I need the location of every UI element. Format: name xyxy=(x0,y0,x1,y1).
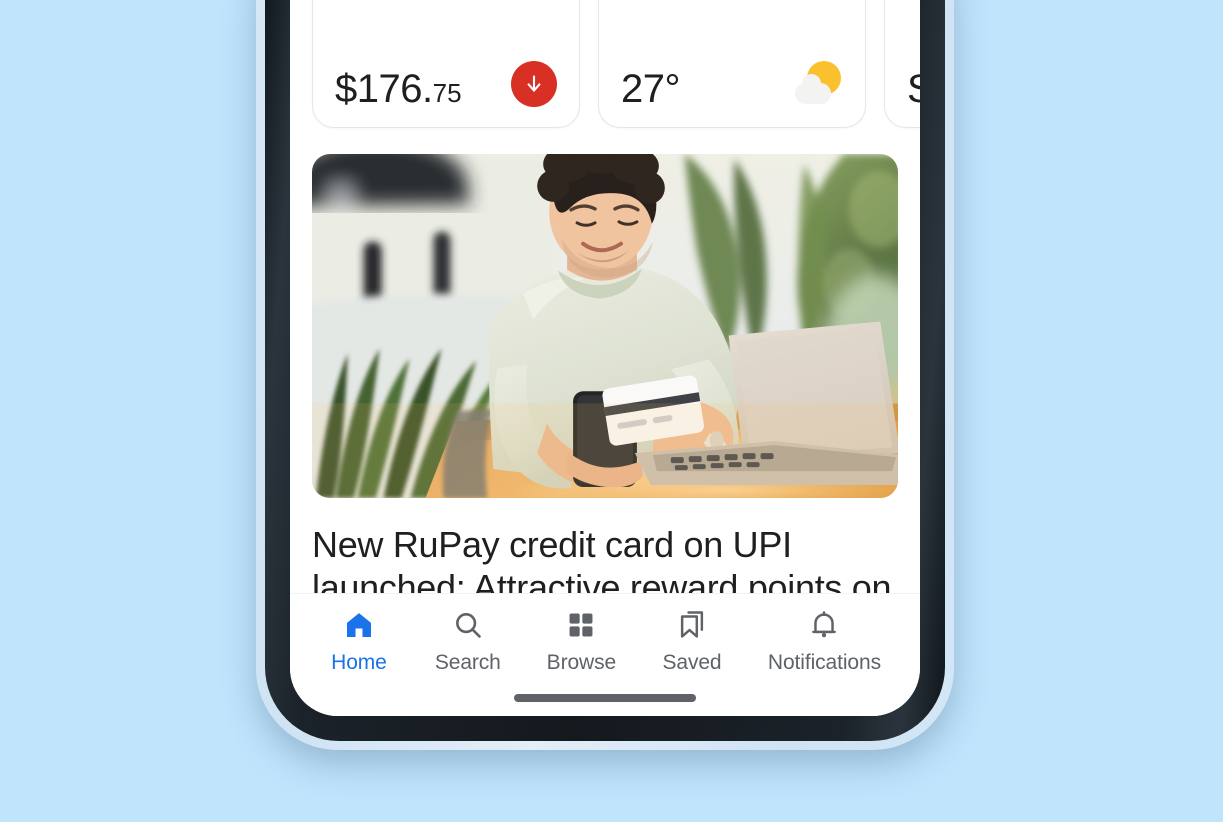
weather-value-whole: 27° xyxy=(621,67,681,111)
cloud-shape xyxy=(795,74,831,104)
grid-icon xyxy=(565,608,597,642)
sun-behind-cloud-icon xyxy=(795,61,843,107)
stock-value-whole: $176. xyxy=(335,67,433,111)
stock-value-fraction: 75 xyxy=(432,78,462,108)
nav-item-home[interactable]: Home xyxy=(329,608,389,675)
app-scroll-content[interactable]: $176.75 27° Sa xyxy=(290,0,920,593)
nav-items-row: Home Search Browse Saved Notifications xyxy=(290,594,920,675)
third-value-text: Sa xyxy=(907,67,920,111)
stock-chip-value: $176.75 xyxy=(335,69,462,109)
stock-chip[interactable]: $176.75 xyxy=(312,0,580,128)
phone-screen: $176.75 27° Sa xyxy=(290,0,920,716)
third-chip-clipped[interactable]: Sa xyxy=(884,0,920,128)
nav-item-browse[interactable]: Browse xyxy=(547,608,616,675)
news-card-headline[interactable]: New RuPay credit card on UPI launched: A… xyxy=(312,524,898,593)
news-card-image[interactable] xyxy=(312,154,898,498)
nav-label-browse: Browse xyxy=(546,651,617,674)
search-icon xyxy=(452,608,484,642)
bookmark-icon xyxy=(676,608,708,642)
nav-label-home: Home xyxy=(331,651,387,674)
phone-device: $176.75 27° Sa xyxy=(256,0,954,750)
third-chip-value: Sa xyxy=(907,69,920,109)
nav-item-search[interactable]: Search xyxy=(435,608,501,675)
nav-item-notifications[interactable]: Notifications xyxy=(768,608,881,675)
nav-label-notifications: Notifications xyxy=(767,651,881,674)
arrow-down-badge-icon xyxy=(511,61,557,107)
nav-label-search: Search xyxy=(434,651,501,674)
nav-label-saved: Saved xyxy=(662,651,722,674)
weather-chip-value: 27° xyxy=(621,67,681,111)
weather-chip[interactable]: 27° xyxy=(598,0,866,128)
nav-item-saved[interactable]: Saved xyxy=(662,608,722,675)
news-card[interactable]: New RuPay credit card on UPI launched: A… xyxy=(312,154,898,593)
home-icon xyxy=(343,608,375,642)
home-gesture-indicator[interactable] xyxy=(514,694,696,702)
bell-icon xyxy=(808,608,840,642)
bottom-navigation-bar: Home Search Browse Saved Notifications xyxy=(290,593,920,716)
info-chip-carousel[interactable]: $176.75 27° Sa xyxy=(290,0,920,128)
